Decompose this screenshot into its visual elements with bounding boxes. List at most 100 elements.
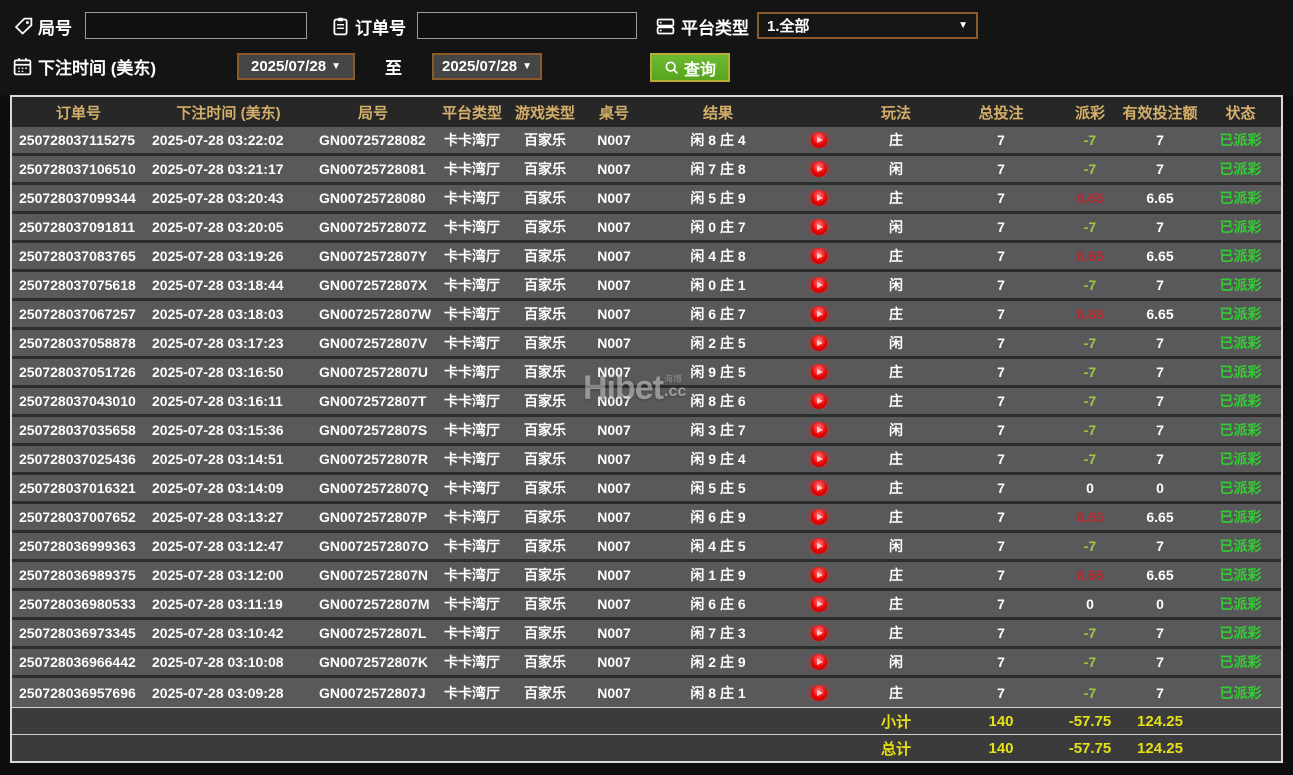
bet-time-cell: 2025-07-28 03:20:05 [145, 219, 312, 235]
result-cell: 闲 6 庄 6 [648, 594, 788, 614]
query-button[interactable]: 查询 [650, 53, 730, 82]
replay-button[interactable] [788, 596, 850, 612]
table-body: 2507280371152752025-07-28 03:22:02GN0072… [12, 127, 1281, 707]
replay-button[interactable] [788, 335, 850, 351]
play-icon [811, 306, 827, 322]
order-no-cell: 250728037035658 [12, 422, 145, 438]
order-no-input[interactable] [417, 12, 637, 39]
replay-button[interactable] [788, 277, 850, 293]
replay-button[interactable] [788, 393, 850, 409]
game-type-cell: 百家乐 [510, 275, 580, 295]
table-no-cell: N007 [580, 509, 648, 525]
platform-cell: 卡卡湾厅 [434, 565, 510, 585]
filter-bar: 局号 订单号 平台类型 1.全部 ▼ 下注时间 (美东) 2025/07/28 … [0, 0, 1293, 95]
game-type-cell: 百家乐 [510, 449, 580, 469]
platform-cell: 卡卡湾厅 [434, 130, 510, 150]
total-bet-cell: 7 [942, 422, 1060, 438]
round-no-cell: GN00725728082 [312, 132, 434, 148]
table-row: 2507280370430102025-07-28 03:16:11GN0072… [12, 388, 1281, 417]
play-icon [811, 364, 827, 380]
table-row: 2507280371152752025-07-28 03:22:02GN0072… [12, 127, 1281, 156]
table-no-cell: N007 [580, 685, 648, 701]
replay-button[interactable] [788, 248, 850, 264]
bet-time-cell: 2025-07-28 03:10:42 [145, 625, 312, 641]
replay-button[interactable] [788, 509, 850, 525]
bet-time-cell: 2025-07-28 03:16:11 [145, 393, 312, 409]
payout-cell: -7 [1060, 625, 1120, 641]
date-to-picker[interactable]: 2025/07/28 ▼ [432, 53, 542, 80]
replay-button[interactable] [788, 219, 850, 235]
platform-cell: 卡卡湾厅 [434, 594, 510, 614]
date-from-picker[interactable]: 2025/07/28 ▼ [237, 53, 355, 80]
status-cell: 已派彩 [1200, 275, 1281, 295]
table-no-cell: N007 [580, 538, 648, 554]
table-row: 2507280371065102025-07-28 03:21:17GN0072… [12, 156, 1281, 185]
play-icon [811, 685, 827, 701]
table-row: 2507280370837652025-07-28 03:19:26GN0072… [12, 243, 1281, 272]
play-icon [811, 132, 827, 148]
replay-button[interactable] [788, 364, 850, 380]
replay-button[interactable] [788, 451, 850, 467]
order-no-cell: 250728036999363 [12, 538, 145, 554]
table-row: 2507280370756182025-07-28 03:18:44GN0072… [12, 272, 1281, 301]
game-type-cell: 百家乐 [510, 594, 580, 614]
round-no-cell: GN0072572807S [312, 422, 434, 438]
replay-button[interactable] [788, 306, 850, 322]
table-no-cell: N007 [580, 567, 648, 583]
replay-button[interactable] [788, 161, 850, 177]
result-cell: 闲 9 庄 5 [648, 362, 788, 382]
platform-cell: 卡卡湾厅 [434, 362, 510, 382]
bet-time-cell: 2025-07-28 03:18:44 [145, 277, 312, 293]
payout-cell: -7 [1060, 685, 1120, 701]
chevron-down-icon: ▼ [522, 61, 532, 72]
status-cell: 已派彩 [1200, 565, 1281, 585]
result-cell: 闲 7 庄 3 [648, 623, 788, 643]
replay-button[interactable] [788, 132, 850, 148]
replay-button[interactable] [788, 685, 850, 701]
replay-button[interactable] [788, 567, 850, 583]
header-table-no: 桌号 [580, 102, 648, 123]
bet-time-cell: 2025-07-28 03:12:00 [145, 567, 312, 583]
replay-button[interactable] [788, 190, 850, 206]
bet-type-cell: 庄 [850, 594, 942, 614]
replay-button[interactable] [788, 625, 850, 641]
bet-time-cell: 2025-07-28 03:16:50 [145, 364, 312, 380]
game-type-cell: 百家乐 [510, 683, 580, 703]
order-no-cell: 250728036966442 [12, 654, 145, 670]
round-no-cell: GN0072572807O [312, 538, 434, 554]
replay-button[interactable] [788, 654, 850, 670]
total-bet-cell: 7 [942, 364, 1060, 380]
platform-cell: 卡卡湾厅 [434, 652, 510, 672]
bet-time-cell: 2025-07-28 03:20:43 [145, 190, 312, 206]
platform-cell: 卡卡湾厅 [434, 623, 510, 643]
round-no-cell: GN0072572807T [312, 393, 434, 409]
game-type-cell: 百家乐 [510, 478, 580, 498]
table-row: 2507280369664422025-07-28 03:10:08GN0072… [12, 649, 1281, 678]
platform-type-select[interactable]: 1.全部 ▼ [757, 12, 978, 39]
bet-type-cell: 闲 [850, 217, 942, 237]
bet-type-cell: 闲 [850, 536, 942, 556]
date-to-value: 2025/07/28 [442, 58, 517, 75]
status-cell: 已派彩 [1200, 478, 1281, 498]
result-cell: 闲 4 庄 8 [648, 246, 788, 266]
status-cell: 已派彩 [1200, 217, 1281, 237]
play-icon [811, 393, 827, 409]
search-icon [664, 60, 680, 76]
header-valid-bet: 有效投注额 [1120, 102, 1200, 123]
bet-type-cell: 闲 [850, 652, 942, 672]
replay-button[interactable] [788, 480, 850, 496]
result-cell: 闲 5 庄 5 [648, 478, 788, 498]
play-icon [811, 480, 827, 496]
valid-bet-cell: 7 [1120, 335, 1200, 351]
replay-button[interactable] [788, 422, 850, 438]
valid-bet-cell: 7 [1120, 451, 1200, 467]
bet-time-cell: 2025-07-28 03:13:27 [145, 509, 312, 525]
total-bet-cell: 7 [942, 132, 1060, 148]
play-icon [811, 248, 827, 264]
total-bet-cell: 7 [942, 538, 1060, 554]
valid-bet-cell: 6.65 [1120, 190, 1200, 206]
table-row: 2507280369733452025-07-28 03:10:42GN0072… [12, 620, 1281, 649]
bet-time-cell: 2025-07-28 03:09:28 [145, 685, 312, 701]
replay-button[interactable] [788, 538, 850, 554]
round-no-input[interactable] [85, 12, 307, 39]
